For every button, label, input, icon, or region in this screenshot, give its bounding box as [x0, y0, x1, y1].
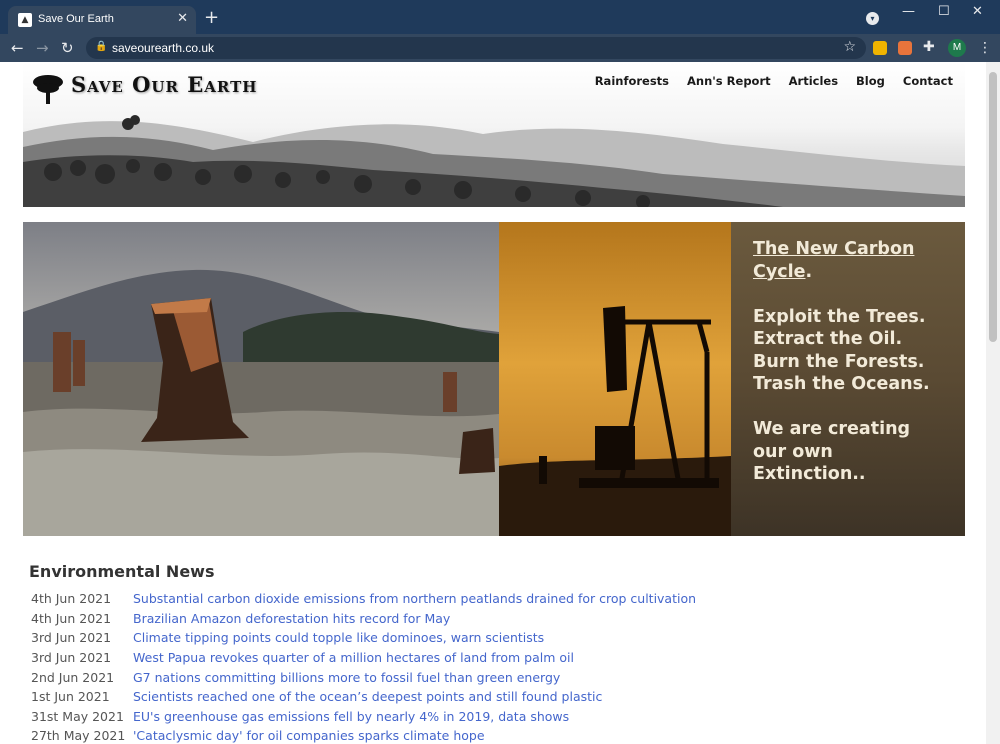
list-item: 31st May 2021 EU's greenhouse gas emissi…	[31, 707, 931, 727]
bookmark-star-icon[interactable]: ☆	[843, 39, 856, 55]
hero-banner: The New Carbon Cycle. Exploit the Trees.…	[23, 222, 965, 536]
menu-icon[interactable]: ⋮	[978, 39, 992, 57]
url-text[interactable]: saveourearth.co.uk	[112, 41, 214, 55]
address-bar[interactable]: 🔒 saveourearth.co.uk ☆	[86, 37, 866, 59]
favicon-icon: ▲	[18, 13, 32, 27]
reload-icon[interactable]: ↻	[61, 39, 74, 57]
tab-title: Save Our Earth	[38, 13, 114, 25]
news-link[interactable]: West Papua revokes quarter of a million …	[133, 650, 574, 665]
main-nav: Rainforests Ann's Report Articles Blog C…	[577, 74, 953, 88]
back-icon[interactable]: ←	[11, 39, 24, 57]
hero-title-line: The New Carbon Cycle.	[753, 238, 958, 283]
browser-tab-strip: ▲ Save Our Earth ✕ + ▾ — ☐ ✕	[0, 0, 1000, 34]
news-link[interactable]: G7 nations committing billions more to f…	[133, 670, 560, 685]
news-date: 3rd Jun 2021	[31, 630, 112, 646]
list-item: 1st Jun 2021 Scientists reached one of t…	[31, 687, 931, 707]
minimize-icon[interactable]: —	[902, 4, 915, 20]
lock-icon: 🔒	[95, 41, 108, 52]
news-link[interactable]: Brazilian Amazon deforestation hits reco…	[133, 611, 450, 626]
site-logo-text[interactable]: Save Our Earth	[71, 72, 257, 97]
puzzle-icon[interactable]: ✚	[923, 38, 935, 56]
list-item: 3rd Jun 2021 West Papua revokes quarter …	[31, 648, 931, 668]
nav-blog[interactable]: Blog	[856, 74, 885, 88]
news-link[interactable]: Scientists reached one of the ocean’s de…	[133, 689, 602, 704]
nav-rainforests[interactable]: Rainforests	[595, 74, 669, 88]
news-date: 27th May 2021	[31, 728, 126, 744]
hero-line: Exploit the Trees.	[753, 306, 926, 327]
extension-icon[interactable]	[898, 41, 912, 55]
new-tab-icon[interactable]: +	[204, 8, 219, 28]
oil-pump-image	[499, 222, 731, 536]
hero-message: The New Carbon Cycle. Exploit the Trees.…	[753, 238, 958, 486]
vertical-scrollbar[interactable]	[986, 62, 1000, 744]
window-close-icon[interactable]: ✕	[972, 4, 983, 20]
list-item: 27th May 2021 'Cataclysmic day' for oil …	[31, 726, 931, 744]
browser-toolbar: ← → ↻ 🔒 saveourearth.co.uk ☆ ✚ M ⋮	[0, 34, 1000, 62]
news-heading: Environmental News	[29, 562, 215, 581]
news-date: 2nd Jun 2021	[31, 669, 115, 685]
news-date: 4th Jun 2021	[31, 591, 112, 607]
nav-contact[interactable]: Contact	[903, 74, 953, 88]
news-link[interactable]: 'Cataclysmic day' for oil companies spar…	[133, 728, 485, 743]
list-item: 2nd Jun 2021 G7 nations committing billi…	[31, 667, 931, 687]
hero-closing-line: We are creating	[753, 419, 911, 439]
news-link[interactable]: Climate tipping points could topple like…	[133, 630, 544, 645]
hero-message-panel: The New Carbon Cycle. Exploit the Trees.…	[731, 222, 965, 536]
browser-tab[interactable]: ▲ Save Our Earth ✕	[8, 6, 196, 34]
carbon-cycle-link[interactable]: The New Carbon Cycle	[753, 239, 914, 282]
list-item: 4th Jun 2021 Brazilian Amazon deforestat…	[31, 609, 931, 629]
news-list: 4th Jun 2021 Substantial carbon dioxide …	[31, 589, 931, 744]
maximize-icon[interactable]: ☐	[938, 4, 950, 20]
forward-icon[interactable]: →	[36, 39, 49, 57]
hero-spacer	[753, 283, 958, 306]
hero-closing-line: Extinction..	[753, 464, 866, 484]
page-viewport: Save Our Earth Rainforests Ann's Report …	[0, 62, 1000, 744]
hero-line: Extract the Oil.	[753, 329, 903, 349]
news-link[interactable]: EU's greenhouse gas emissions fell by ne…	[133, 709, 569, 724]
hero-spacer	[753, 396, 958, 419]
news-date: 4th Jun 2021	[31, 610, 112, 626]
news-date: 31st May 2021	[31, 708, 124, 724]
hero-line: Trash the Oceans.	[753, 374, 930, 394]
list-item: 3rd Jun 2021 Climate tipping points coul…	[31, 628, 931, 648]
hero-title-suffix: .	[805, 261, 813, 282]
news-date: 3rd Jun 2021	[31, 650, 112, 666]
site-header: Save Our Earth Rainforests Ann's Report …	[23, 62, 965, 207]
news-date: 1st Jun 2021	[31, 689, 110, 705]
close-tab-icon[interactable]: ✕	[177, 11, 188, 27]
hero-line: Burn the Forests.	[753, 351, 925, 372]
tree-stump-image	[23, 222, 499, 536]
tab-search-icon[interactable]: ▾	[866, 12, 879, 25]
extension-icon[interactable]	[873, 41, 887, 55]
hero-closing-line: our own	[753, 441, 833, 462]
avatar[interactable]: M	[948, 39, 966, 57]
nav-anns-report[interactable]: Ann's Report	[687, 74, 771, 88]
list-item: 4th Jun 2021 Substantial carbon dioxide …	[31, 589, 931, 609]
news-link[interactable]: Substantial carbon dioxide emissions fro…	[133, 591, 696, 606]
scrollbar-thumb[interactable]	[989, 72, 997, 342]
nav-articles[interactable]: Articles	[789, 74, 838, 88]
tree-logo-icon	[33, 75, 63, 104]
